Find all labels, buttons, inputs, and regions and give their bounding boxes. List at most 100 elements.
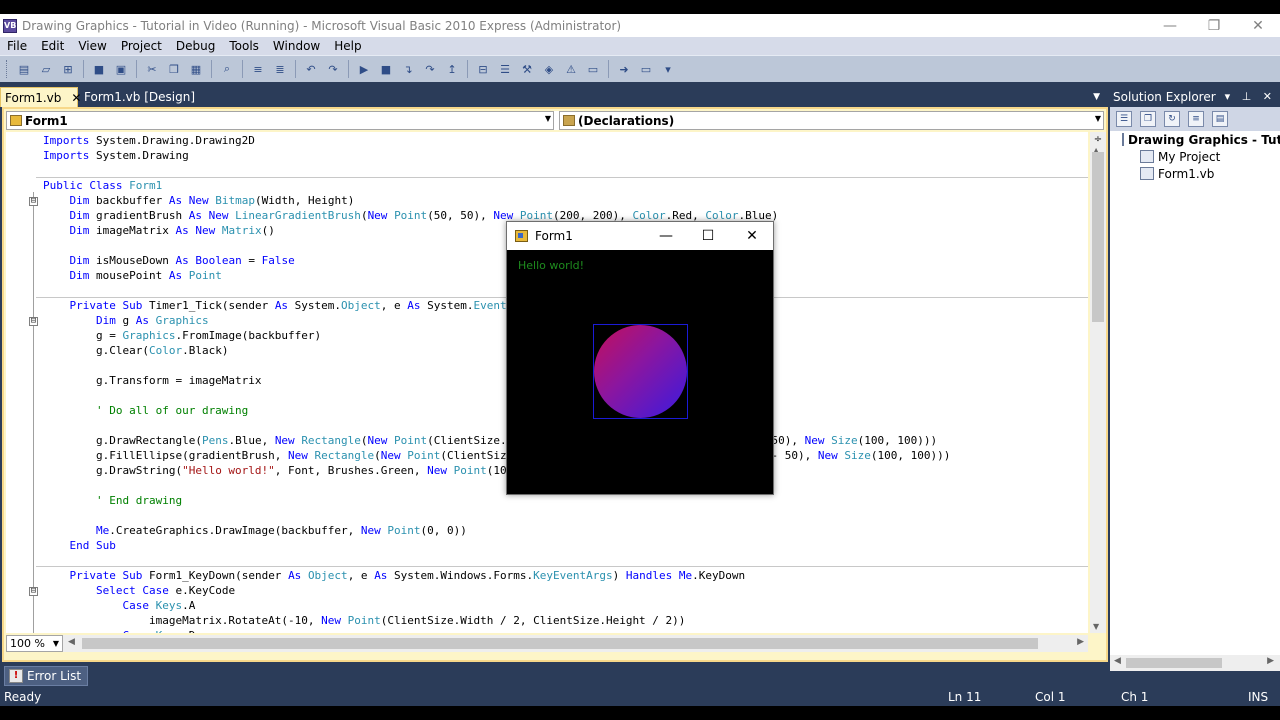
code-line[interactable]: Dim backbuffer As New Bitmap(Width, Heig…	[43, 193, 950, 208]
code-line[interactable]	[43, 358, 950, 373]
output-icon[interactable]: ▭	[637, 60, 655, 78]
minimize-button[interactable]: —	[1148, 14, 1192, 37]
form1-canvas[interactable]: Hello world!	[507, 250, 773, 494]
menu-project[interactable]: Project	[114, 39, 169, 53]
refresh-icon[interactable]: ↻	[1164, 111, 1180, 127]
menu-view[interactable]: View	[71, 39, 113, 53]
scroll-right-icon[interactable]: ▶	[1267, 656, 1274, 666]
solution-horizontal-scrollbar[interactable]: ◀ ▶	[1110, 655, 1280, 671]
form1-window[interactable]: Form1 — ☐ ✕ Hello world!	[506, 221, 774, 495]
comment-icon[interactable]: ≡	[249, 60, 267, 78]
vertical-scrollbar[interactable]: ÷ ▲ ▼	[1090, 132, 1106, 633]
step-over-icon[interactable]: ↷	[421, 60, 439, 78]
toolbox-icon[interactable]: ⚒	[518, 60, 536, 78]
new-project-icon[interactable]: ▤	[15, 60, 33, 78]
tree-item-project[interactable]: Drawing Graphics - Tutorial in Video	[1110, 131, 1280, 148]
code-line[interactable]: Private Sub Timer1_Tick(sender As System…	[43, 298, 950, 313]
find-icon[interactable]: ⌕	[218, 60, 236, 78]
save-icon[interactable]: ■	[90, 60, 108, 78]
properties-icon[interactable]: ☰	[496, 60, 514, 78]
menu-edit[interactable]: Edit	[34, 39, 71, 53]
immediate-window-icon[interactable]: ▭	[584, 60, 602, 78]
form1-close-button[interactable]: ✕	[731, 222, 773, 250]
form1-title-bar[interactable]: Form1 — ☐ ✕	[507, 222, 773, 250]
collapse-class-icon[interactable]: ⊟	[29, 197, 38, 206]
breakpoint-icon[interactable]: ➜	[615, 60, 633, 78]
menu-debug[interactable]: Debug	[169, 39, 222, 53]
code-line[interactable]: Dim gradientBrush As New LinearGradientB…	[43, 208, 950, 223]
step-out-icon[interactable]: ↥	[443, 60, 461, 78]
code-line[interactable]: Me.CreateGraphics.DrawImage(backbuffer, …	[43, 523, 950, 538]
code-line[interactable]: g.Transform = imageMatrix	[43, 373, 950, 388]
step-into-icon[interactable]: ↴	[399, 60, 417, 78]
scroll-thumb[interactable]	[82, 638, 1038, 649]
tree-item-form1-vb[interactable]: Form1.vb	[1110, 165, 1280, 182]
undo-icon[interactable]: ↶	[302, 60, 320, 78]
code-line[interactable]: ' End drawing	[43, 493, 950, 508]
code-line[interactable]: g = Graphics.FromImage(backbuffer)	[43, 328, 950, 343]
source-code[interactable]: Imports System.Drawing.Drawing2D Imports …	[43, 133, 950, 633]
splitter-icon[interactable]: ÷	[1091, 134, 1105, 146]
code-line[interactable]: Private Sub Form1_KeyDown(sender As Obje…	[43, 568, 950, 583]
menu-tools[interactable]: Tools	[222, 39, 266, 53]
code-line[interactable]: End Sub	[43, 538, 950, 553]
code-line[interactable]: Dim mousePoint As Point	[43, 268, 950, 283]
view-code-icon[interactable]: ≡	[1188, 111, 1204, 127]
collapse-sub-icon[interactable]: ⊟	[29, 587, 38, 596]
code-line[interactable]: g.DrawString("Hello world!", Font, Brush…	[43, 463, 950, 478]
scroll-left-icon[interactable]: ◀	[1114, 656, 1121, 666]
code-line[interactable]	[43, 508, 950, 523]
form1-minimize-button[interactable]: —	[645, 222, 687, 250]
code-line[interactable]	[43, 478, 950, 493]
code-line[interactable]	[43, 283, 950, 298]
error-list-icon[interactable]: ⚠	[562, 60, 580, 78]
scroll-thumb[interactable]	[1126, 658, 1222, 668]
panel-controls[interactable]: ▾ ⊥ ✕	[1225, 90, 1276, 103]
properties-icon[interactable]: ☰	[1116, 111, 1132, 127]
scroll-right-icon[interactable]: ▶	[1077, 637, 1084, 647]
code-line[interactable]: g.DrawRectangle(Pens.Blue, New Rectangle…	[43, 433, 950, 448]
member-combo[interactable]: (Declarations) ▼	[559, 111, 1104, 130]
error-list-tab[interactable]: ! Error List	[4, 666, 89, 686]
code-line[interactable]	[43, 163, 950, 178]
code-line[interactable]: Public Class Form1	[43, 178, 950, 193]
code-line[interactable]: Dim g As Graphics	[43, 313, 950, 328]
code-line[interactable]: imageMatrix.RotateAt(-10, New Point(Clie…	[43, 613, 950, 628]
code-line[interactable]: ' Do all of our drawing	[43, 403, 950, 418]
uncomment-icon[interactable]: ≣	[271, 60, 289, 78]
customize-icon[interactable]: ▾	[659, 60, 677, 78]
code-line[interactable]	[43, 418, 950, 433]
scroll-down-icon[interactable]: ▼	[1093, 622, 1099, 631]
scroll-left-icon[interactable]: ◀	[68, 637, 75, 647]
save-all-icon[interactable]: ▣	[112, 60, 130, 78]
collapse-sub-icon[interactable]: ⊟	[29, 317, 38, 326]
tab-form1-vb[interactable]: Form1.vb ✕	[0, 87, 81, 107]
cut-icon[interactable]: ✂	[143, 60, 161, 78]
code-line[interactable]	[43, 238, 950, 253]
menu-window[interactable]: Window	[266, 39, 327, 53]
code-line[interactable]	[43, 553, 950, 568]
close-button[interactable]: ✕	[1236, 14, 1280, 37]
vb-app-icon[interactable]: VB	[3, 18, 17, 33]
menu-help[interactable]: Help	[327, 39, 368, 53]
menu-file[interactable]: File	[0, 39, 34, 53]
class-combo[interactable]: Form1 ▼	[6, 111, 554, 130]
code-line[interactable]: Dim imageMatrix As New Matrix()	[43, 223, 950, 238]
paste-icon[interactable]: ▦	[187, 60, 205, 78]
code-line[interactable]: g.Clear(Color.Black)	[43, 343, 950, 358]
solution-explorer-icon[interactable]: ⊟	[474, 60, 492, 78]
object-browser-icon[interactable]: ◈	[540, 60, 558, 78]
zoom-combo[interactable]: 100 % ▼	[6, 635, 63, 652]
add-item-icon[interactable]: ⊞	[59, 60, 77, 78]
code-line[interactable]: Imports System.Drawing.Drawing2D	[43, 133, 950, 148]
scroll-thumb[interactable]	[1092, 152, 1104, 322]
tree-item-my-project[interactable]: My Project	[1110, 148, 1280, 165]
open-file-icon[interactable]: ▱	[37, 60, 55, 78]
tab-list-dropdown-icon[interactable]: ▼	[1093, 92, 1100, 102]
start-debug-icon[interactable]: ▶	[355, 60, 373, 78]
copy-icon[interactable]: ❐	[165, 60, 183, 78]
show-all-files-icon[interactable]: ❐	[1140, 111, 1156, 127]
code-line[interactable]: g.FillEllipse(gradientBrush, New Rectang…	[43, 448, 950, 463]
redo-icon[interactable]: ↷	[324, 60, 342, 78]
code-line[interactable]	[43, 388, 950, 403]
